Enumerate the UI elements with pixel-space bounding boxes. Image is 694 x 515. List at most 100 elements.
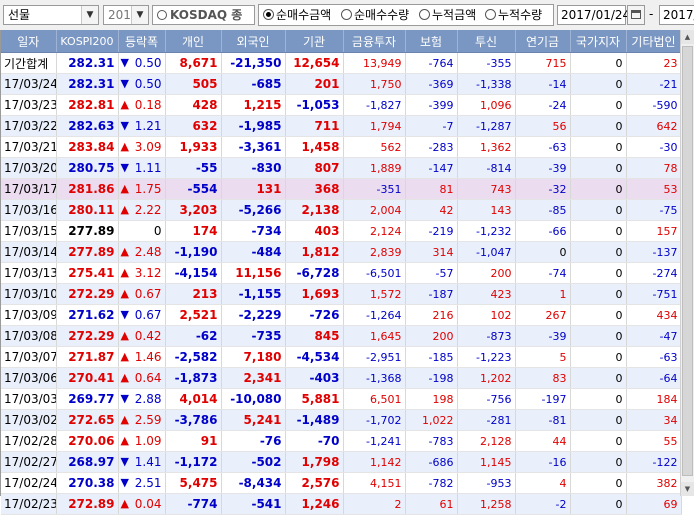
column-header[interactable]: 투신	[457, 30, 516, 53]
column-header[interactable]: 기관	[285, 30, 344, 53]
investment-trust-cell: 143	[457, 199, 516, 221]
kospi200-cell: 271.87	[56, 346, 119, 368]
change-cell: ▲ 0.42	[118, 325, 166, 347]
column-header[interactable]: 외국인	[221, 30, 286, 53]
table-row[interactable]: 17/03/10 272.29 ▲ 0.67 213 -1,155 1,693 1,572 -1…	[1, 283, 682, 305]
toolbar: 선물 ▼ 201 ▼ KOSDAQ 종 순매수금액 순매수수량 누적금액 누적수…	[0, 0, 694, 31]
table-row[interactable]: 17/02/28 270.06 ▲ 1.09 91 -76 -70 -1,241 -783 2,1…	[1, 430, 682, 452]
foreigner-cell: 5,241	[221, 409, 286, 431]
table-row[interactable]: 17/03/02 272.65 ▲ 2.59 -3,786 5,241 -1,489 -1,7…	[1, 409, 682, 431]
table-row[interactable]: 17/03/06 270.41 ▲ 0.64 -1,873 2,341 -403 -1,368…	[1, 367, 682, 389]
individual-cell: 1,933	[165, 136, 222, 158]
table-row[interactable]: 17/03/21 283.84 ▲ 3.09 1,933 -3,361 1,458 562 -2…	[1, 136, 682, 158]
radio-net-buy-quantity[interactable]: 순매수수량	[341, 7, 409, 23]
summary-row[interactable]: 기간합계 282.31 ▼ 0.50 8,671 -21,350 12,654 13,949-…	[1, 52, 682, 74]
table-row[interactable]: 17/02/23 272.89 ▲ 0.04 -774 -541 1,246 2 61 1,258…	[1, 493, 682, 515]
government-cell: 0	[570, 94, 627, 116]
scroll-thumb[interactable]	[682, 46, 693, 476]
column-header[interactable]: 보험	[405, 30, 458, 53]
table-row[interactable]: 17/02/24 270.38 ▼ 2.51 5,475 -8,434 2,576 4,151…	[1, 472, 682, 494]
table-row[interactable]: 17/03/24 282.31 ▼ 0.50 505 -685 201 1,750 -369 -1…	[1, 73, 682, 95]
change-cell: ▲ 2.59	[118, 409, 166, 431]
investment-trust-cell: 1,096	[457, 94, 516, 116]
pension-cell: 4	[515, 472, 571, 494]
radio-cumulative-amount[interactable]: 누적금액	[419, 7, 476, 23]
chevron-down-icon[interactable]: ▼	[81, 6, 98, 24]
triangle-up-icon: ▲	[120, 434, 129, 447]
pension-cell: -85	[515, 199, 571, 221]
radio-cumulative-quantity[interactable]: 누적수량	[485, 7, 542, 23]
triangle-up-icon: ▲	[120, 266, 129, 279]
pension-cell: 267	[515, 304, 571, 326]
table-row[interactable]: 17/03/14 277.89 ▲ 2.48 -1,190 -484 1,812 2,839 3…	[1, 241, 682, 263]
institution-cell: 1,693	[285, 283, 344, 305]
table-row[interactable]: 17/03/23 282.81 ▲ 0.18 428 1,215 -1,053 -1,827-…	[1, 94, 682, 116]
pension-cell: 1	[515, 283, 571, 305]
institution-cell: 12,654	[285, 52, 344, 74]
government-cell: 0	[570, 241, 627, 263]
column-header[interactable]: 금융투자	[343, 30, 406, 53]
kospi200-cell: 282.31	[56, 73, 119, 95]
change-cell: ▼ 1.11	[118, 157, 166, 179]
change-cell: ▲ 1.46	[118, 346, 166, 368]
table-row[interactable]: 17/03/22 282.63 ▼ 1.21 632 -1,985 711 1,794 -7 -1…	[1, 115, 682, 137]
code-select[interactable]: 201 ▼	[103, 5, 149, 25]
triangle-up-icon: ▲	[120, 245, 129, 258]
table-row[interactable]: 17/02/27 268.97 ▼ 1.41 -1,172 -502 1,798 1,142-…	[1, 451, 682, 473]
column-header[interactable]: 기타법인	[626, 30, 682, 53]
individual-cell: 4,014	[165, 388, 222, 410]
table-row[interactable]: 17/03/17 281.86 ▲ 1.75 -554 131 368 -351 81 743 -3…	[1, 178, 682, 200]
scroll-down-icon[interactable]: ▼	[681, 482, 694, 496]
government-cell: 0	[570, 325, 627, 347]
table-row[interactable]: 17/03/07 271.87 ▲ 1.46 -2,582 7,180 -4,534 -2,9…	[1, 346, 682, 368]
date-cell: 17/03/08	[1, 325, 57, 347]
investment-trust-cell: 102	[457, 304, 516, 326]
end-date-input[interactable]: 2017/	[659, 5, 694, 25]
column-header[interactable]: 등락폭	[118, 30, 166, 53]
radio-unselected-icon	[341, 9, 352, 20]
table-row[interactable]: 17/03/13 275.41 ▲ 3.12 -4,154 11,156 -6,728 -6,…	[1, 262, 682, 284]
date-cell: 17/03/22	[1, 115, 57, 137]
institution-cell: 1,246	[285, 493, 344, 515]
column-header[interactable]: 개인	[165, 30, 222, 53]
date-cell: 17/03/21	[1, 136, 57, 158]
table-row[interactable]: 17/03/16 280.11 ▲ 2.22 3,203 -5,266 2,138 2,004…	[1, 199, 682, 221]
foreigner-cell: 2,341	[221, 367, 286, 389]
triangle-down-icon: ▼	[120, 77, 129, 90]
individual-cell: -4,154	[165, 262, 222, 284]
calendar-icon[interactable]	[627, 5, 645, 25]
government-cell: 0	[570, 451, 627, 473]
government-cell: 0	[570, 73, 627, 95]
other-corp-cell: 78	[626, 157, 682, 179]
table-row[interactable]: 17/03/03 269.77 ▼ 2.88 4,014 -10,080 5,881 6,50…	[1, 388, 682, 410]
scroll-up-icon[interactable]: ▲	[681, 30, 694, 44]
foreigner-cell: -1,155	[221, 283, 286, 305]
start-date-input[interactable]: 2017/01/24	[557, 5, 630, 25]
column-header[interactable]: 일자	[1, 30, 57, 53]
pension-cell: 5	[515, 346, 571, 368]
index-name-field[interactable]: KOSDAQ 종	[152, 5, 255, 25]
radio-net-buy-amount[interactable]: 순매수금액	[263, 7, 331, 23]
investment-trust-cell: -1,223	[457, 346, 516, 368]
change-cell: ▲ 2.22	[118, 199, 166, 221]
market-select[interactable]: 선물 ▼	[3, 5, 99, 25]
table-row[interactable]: 17/03/15 277.89 0 174 -734 403 2,124 -219 -1,232…	[1, 220, 682, 242]
table-row[interactable]: 17/03/08 272.29 ▲ 0.42 -62 -735 845 1,645 200 -87…	[1, 325, 682, 347]
column-header[interactable]: 연기금	[515, 30, 571, 53]
triangle-up-icon: ▲	[120, 287, 129, 300]
column-header[interactable]: 국가지자	[570, 30, 627, 53]
table-row[interactable]: 17/03/09 271.62 ▼ 0.67 2,521 -2,229 -726 -1,264…	[1, 304, 682, 326]
government-cell: 0	[570, 430, 627, 452]
change-cell: ▼ 2.88	[118, 388, 166, 410]
radio-label: 순매수금액	[276, 8, 332, 22]
table-row[interactable]: 17/03/20 280.75 ▼ 1.11 -55 -830 807 1,889 -147 -8…	[1, 157, 682, 179]
chevron-down-icon[interactable]: ▼	[131, 6, 148, 24]
investment-trust-cell: -814	[457, 157, 516, 179]
magnifier-icon[interactable]	[157, 10, 167, 20]
vertical-scrollbar[interactable]: ▲ ▼	[680, 30, 694, 496]
triangle-up-icon: ▲	[120, 413, 129, 426]
financial-investment-cell: -1,241	[343, 430, 406, 452]
other-corp-cell: -751	[626, 283, 682, 305]
kospi200-cell: 282.63	[56, 115, 119, 137]
column-header[interactable]: KOSPI200	[56, 30, 119, 53]
